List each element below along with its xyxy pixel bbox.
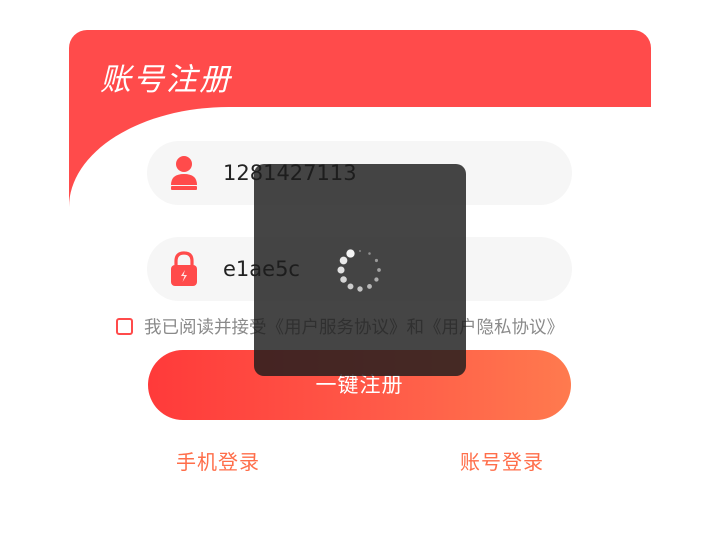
user-icon [171, 156, 197, 190]
spinner-dot [337, 266, 345, 274]
spinner-dot [359, 250, 361, 252]
spinner-dot [374, 258, 379, 263]
spinner-dot [374, 277, 379, 282]
loading-overlay [254, 164, 466, 376]
spinner-dot [340, 276, 347, 283]
spinner-dot [377, 268, 381, 272]
spinner-dot [367, 284, 372, 289]
spinner-dot [357, 286, 363, 292]
lock-icon [171, 251, 197, 286]
account-login-link[interactable]: 账号登录 [460, 446, 544, 475]
agreement-checkbox[interactable] [116, 317, 133, 335]
spinner-dot [347, 283, 354, 290]
spinner-dot [346, 249, 355, 258]
screen: 账号注册 1281427113 e1ae5c 我已阅读并接受《用户服务协议》和《… [0, 0, 720, 540]
spinner-dot [368, 252, 371, 255]
phone-login-link[interactable]: 手机登录 [176, 446, 260, 475]
spinner-icon [337, 249, 381, 292]
page-title: 账号注册 [100, 62, 232, 98]
spinner-dot [339, 256, 348, 265]
